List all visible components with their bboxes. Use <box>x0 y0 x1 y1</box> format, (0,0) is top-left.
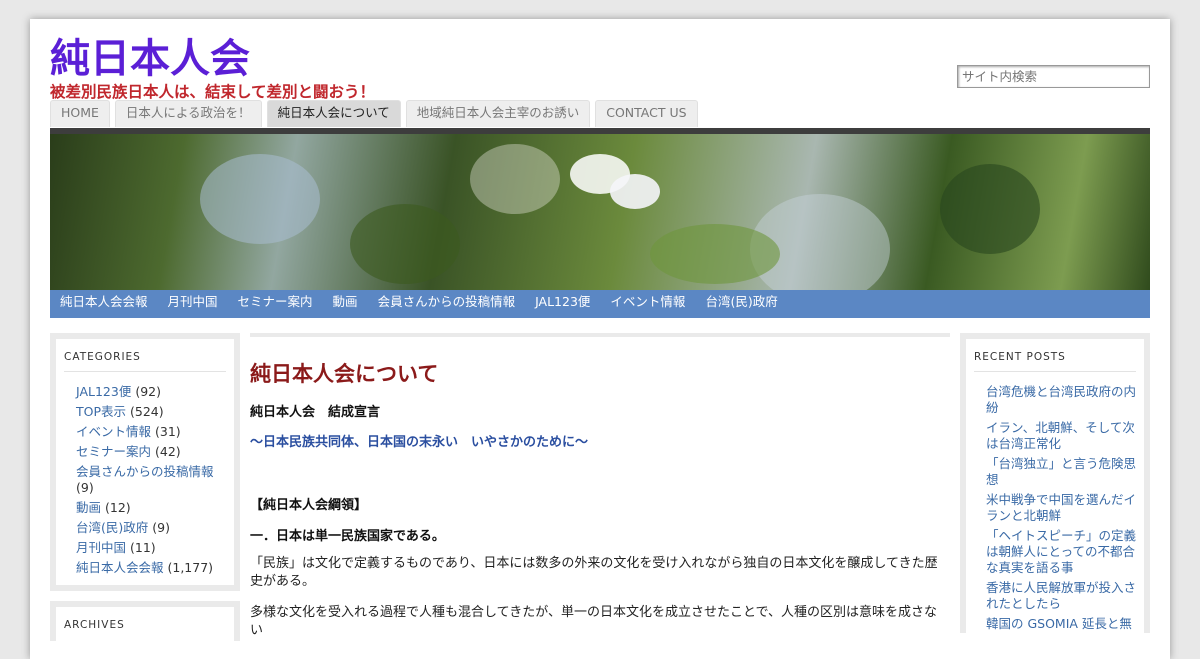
recent-posts-list: 台湾危機と台湾民政府の内紛 イラン、北朝鮮、そして次は台湾正常化 「台湾独立」と… <box>966 380 1144 632</box>
category-count: (92) <box>135 384 161 399</box>
category-count: (524) <box>130 404 164 419</box>
nav-item-seminar[interactable]: セミナー案内 <box>228 290 323 316</box>
category-link[interactable]: セミナー案内 <box>76 444 151 459</box>
list-item: TOP表示 (524) <box>76 404 226 420</box>
content-subtitle: 純日本人会 結成宣言 <box>250 405 381 420</box>
archives-title: ARCHIVES <box>64 619 125 631</box>
page-title: 純日本人会について <box>250 362 439 386</box>
recent-post-link[interactable]: 米中戦争で中国を選んだイランと北朝鮮 <box>986 492 1136 524</box>
site-tagline: 被差別民族日本人は、結束して差別と闘おう！ <box>50 83 376 101</box>
categories-title: CATEGORIES <box>64 351 226 372</box>
list-item: 会員さんからの投稿情報 (9) <box>76 464 226 496</box>
nav-item-events[interactable]: イベント情報 <box>600 290 695 316</box>
site-title[interactable]: 純日本人会 <box>50 33 250 85</box>
category-count: (42) <box>155 444 181 459</box>
list-item: 台湾(民)政府 (9) <box>76 520 226 536</box>
category-link[interactable]: TOP表示 <box>76 404 126 419</box>
category-list: JAL123便 (92) TOP表示 (524) イベント情報 (31) セミナ… <box>56 380 234 576</box>
recent-posts-title: RECENT POSTS <box>974 351 1136 372</box>
content-top-border <box>250 333 950 337</box>
recent-posts-widget: RECENT POSTS 台湾危機と台湾民政府の内紛 イラン、北朝鮮、そして次は… <box>960 333 1150 633</box>
list-item: 動画 (12) <box>76 500 226 516</box>
category-link[interactable]: JAL123便 <box>76 384 131 399</box>
recent-post-link[interactable]: 「ヘイトスピーチ」の定義は朝鮮人にとっての不都合な真実を語る事 <box>986 528 1136 576</box>
category-nav: 純日本人会会報 月刊中国 セミナー案内 動画 会員さんからの投稿情報 JAL12… <box>50 290 1150 318</box>
category-link[interactable]: 純日本人会会報 <box>76 560 164 575</box>
category-link[interactable]: 台湾(民)政府 <box>76 520 148 535</box>
tab-contact[interactable]: CONTACT US <box>595 100 698 127</box>
category-count: (9) <box>76 480 94 495</box>
nav-item-taiwan[interactable]: 台湾(民)政府 <box>695 290 787 316</box>
recent-post-link[interactable]: イラン、北朝鮮、そして次は台湾正常化 <box>986 420 1136 452</box>
categories-widget: CATEGORIES JAL123便 (92) TOP表示 (524) イベント… <box>50 333 240 591</box>
nav-item-video[interactable]: 動画 <box>323 290 368 316</box>
category-link[interactable]: 動画 <box>76 500 101 515</box>
list-item: 月刊中国 (11) <box>76 540 226 556</box>
category-count: (11) <box>130 540 156 555</box>
tab-regional[interactable]: 地域純日本人会主宰のお誘い <box>405 100 591 127</box>
category-count: (31) <box>155 424 181 439</box>
top-tabs: HOME 日本人による政治を！ 純日本人会について 地域純日本人会主宰のお誘い … <box>50 100 703 128</box>
list-item: セミナー案内 (42) <box>76 444 226 460</box>
category-count: (1,177) <box>167 560 214 575</box>
nav-item-jal123[interactable]: JAL123便 <box>525 290 600 316</box>
paragraph-1: 「民族」は文化で定義するものであり、日本には数多の外来の文化を受け入れながら独自… <box>250 556 938 589</box>
category-count: (12) <box>105 500 131 515</box>
content-slogan: ～日本民族共同体、日本国の末永い いやさかのために～ <box>250 435 589 450</box>
list-item: 純日本人会会報 (1,177) <box>76 560 226 576</box>
archives-widget: ARCHIVES <box>50 601 240 641</box>
nav-item-member-posts[interactable]: 会員さんからの投稿情報 <box>368 290 526 316</box>
principle-1: 一．日本は単一民族国家である。 <box>250 529 445 544</box>
list-item: JAL123便 (92) <box>76 384 226 400</box>
tab-about[interactable]: 純日本人会について <box>266 100 401 127</box>
list-item: イベント情報 (31) <box>76 424 226 440</box>
tab-politics[interactable]: 日本人による政治を！ <box>114 100 262 127</box>
recent-post-link[interactable]: 台湾危機と台湾民政府の内紛 <box>986 384 1136 416</box>
section-heading: 【純日本人会綱領】 <box>250 498 368 513</box>
paragraph-2: 多様な文化を受入れる過程で人種も混合してきたが、単一の日本文化を成立させたことで… <box>250 605 938 638</box>
recent-post-link[interactable]: 「台湾独立」と言う危険思想 <box>986 456 1136 488</box>
header-banner-image <box>50 134 1150 294</box>
category-link[interactable]: 月刊中国 <box>76 540 126 555</box>
category-count: (9) <box>152 520 170 535</box>
recent-post-link[interactable]: 香港に人民解放軍が投入されたとしたら <box>986 580 1136 612</box>
nav-item-newsletter[interactable]: 純日本人会会報 <box>50 290 158 316</box>
category-link[interactable]: 会員さんからの投稿情報 <box>76 464 214 479</box>
tab-home[interactable]: HOME <box>50 100 110 127</box>
nav-item-monthly-china[interactable]: 月刊中国 <box>158 290 228 316</box>
search-input[interactable] <box>957 65 1150 88</box>
category-link[interactable]: イベント情報 <box>76 424 151 439</box>
